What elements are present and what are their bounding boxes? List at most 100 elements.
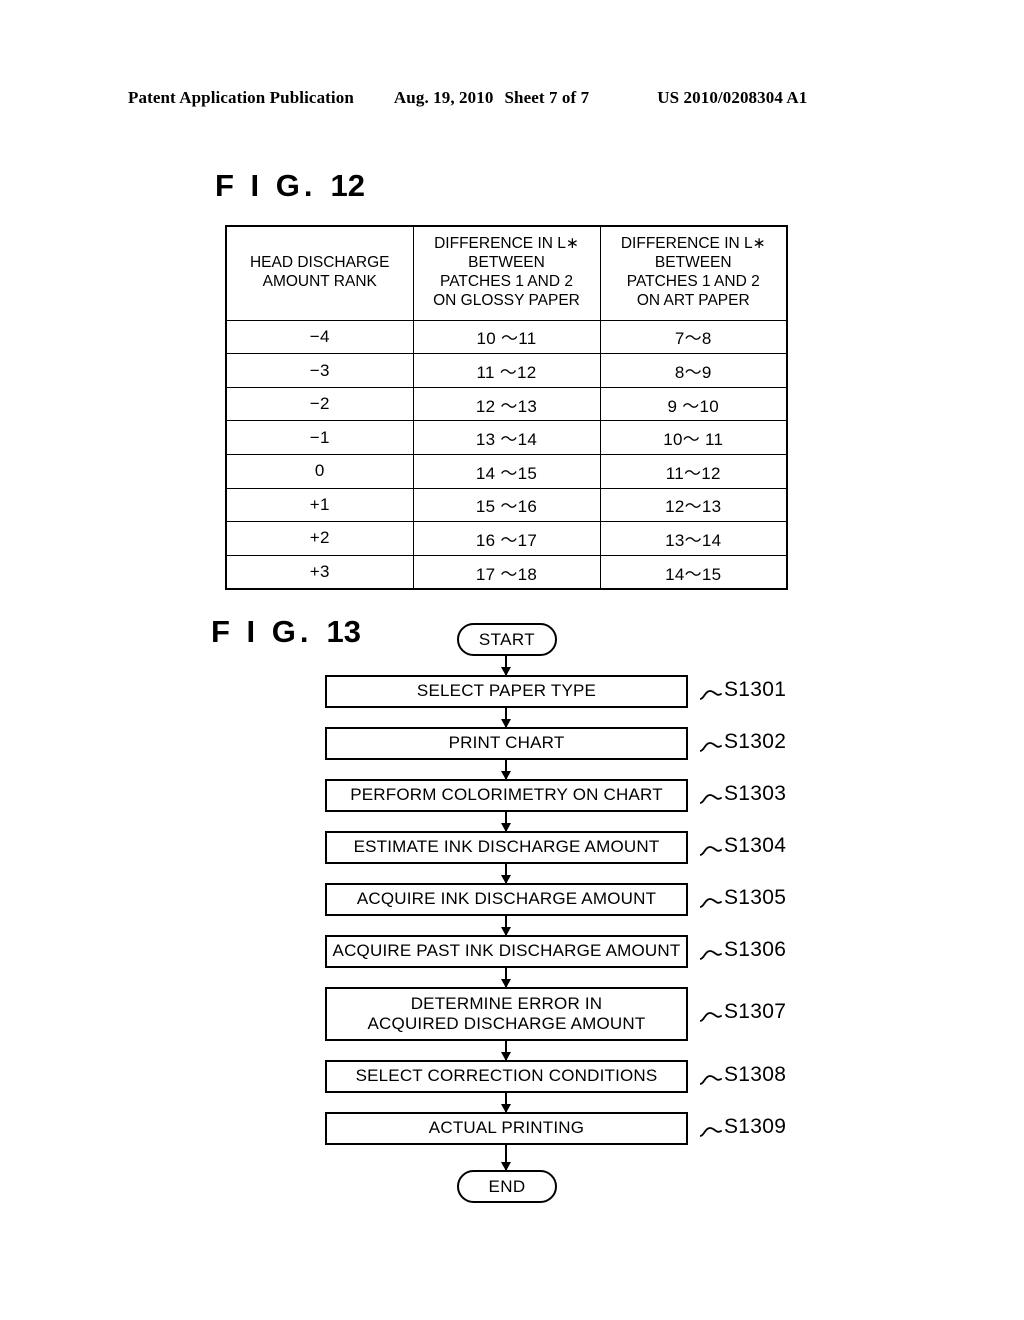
figure-13-label: F I G. 13 bbox=[211, 614, 361, 650]
header-line: PATCHES 1 AND 2 bbox=[440, 272, 573, 290]
figure-12-table: HEAD DISCHARGE AMOUNT RANK DIFFERENCE IN… bbox=[225, 225, 788, 591]
cell-rank: −3 bbox=[225, 353, 414, 388]
flow-arrow bbox=[501, 708, 511, 728]
flowchart-step-s1301: SELECT PAPER TYPE bbox=[325, 675, 688, 708]
header-line: DIFFERENCE IN L∗ bbox=[620, 235, 766, 252]
cell-glossy: 16 ～17 bbox=[412, 521, 601, 556]
flow-arrow bbox=[501, 1145, 511, 1171]
flow-arrow bbox=[501, 812, 511, 832]
cell-glossy: 17 ～18 bbox=[412, 554, 601, 590]
cell-art: 11～12 bbox=[599, 454, 788, 489]
step-tag-label: S1309 bbox=[724, 1114, 787, 1138]
flow-arrow bbox=[501, 760, 511, 780]
step-label: ACQUIRE PAST INK DISCHARGE AMOUNT bbox=[332, 941, 681, 961]
flowchart-step-tag-s1301: S1301 bbox=[699, 678, 786, 702]
cell-art: 8～9 bbox=[599, 353, 788, 388]
table-row: +2 16 ～17 13～14 bbox=[225, 521, 788, 556]
squiggle-connector-icon bbox=[699, 736, 722, 752]
cell-rank: −1 bbox=[225, 420, 414, 455]
table-row: +1 15 ～16 12～13 bbox=[225, 487, 788, 523]
cell-rank: +2 bbox=[225, 521, 414, 556]
flowchart-step-tag-s1309: S1309 bbox=[699, 1114, 787, 1139]
flowchart-step-s1303: PERFORM COLORIMETRY ON CHART bbox=[325, 779, 688, 812]
flowchart-end-node: END bbox=[457, 1170, 557, 1203]
squiggle-connector-icon bbox=[699, 944, 722, 960]
squiggle-connector-icon bbox=[699, 788, 722, 804]
figure-12-label-word: F I G. bbox=[215, 168, 317, 203]
flowchart-step-s1304: ESTIMATE INK DISCHARGE AMOUNT bbox=[325, 831, 688, 864]
column-header-difference-glossy-paper: DIFFERENCE IN L∗ BETWEEN PATCHES 1 AND 2… bbox=[412, 225, 601, 321]
column-header-difference-art-paper: DIFFERENCE IN L∗ BETWEEN PATCHES 1 AND 2… bbox=[599, 225, 788, 321]
squiggle-connector-icon bbox=[699, 1006, 722, 1022]
flow-arrow bbox=[501, 656, 511, 676]
flow-arrow bbox=[501, 1093, 511, 1113]
flowchart-step-s1309: ACTUAL PRINTING bbox=[325, 1112, 688, 1145]
cell-art: 14～15 bbox=[599, 554, 788, 590]
header-line: ON ART PAPER bbox=[636, 291, 750, 309]
step-tag-label: S1306 bbox=[724, 937, 787, 961]
flowchart-step-tag-s1303: S1303 bbox=[699, 781, 787, 806]
flowchart-step-tag-s1307: S1307 bbox=[699, 1000, 787, 1024]
table-row: −3 11 ～12 8～9 bbox=[225, 353, 788, 388]
flowchart-step-tag-s1306: S1306 bbox=[699, 937, 787, 962]
header-patent-number-text: US 2010/0208304 A1 bbox=[657, 88, 808, 107]
cell-rank: −4 bbox=[225, 319, 414, 355]
cell-rank: +3 bbox=[225, 554, 414, 590]
flowchart-step-tag-s1308: S1308 bbox=[699, 1062, 787, 1087]
squiggle-connector-icon bbox=[699, 892, 722, 908]
squiggle-connector-icon bbox=[699, 1069, 722, 1085]
cell-rank: +1 bbox=[225, 487, 414, 523]
figure-12-label-number: 12 bbox=[330, 168, 365, 203]
header-line: PATCHES 1 AND 2 bbox=[626, 272, 760, 290]
cell-glossy: 15 ～16 bbox=[412, 487, 601, 523]
figure-13-label-number: 13 bbox=[326, 614, 361, 649]
flowchart-step-s1308: SELECT CORRECTION CONDITIONS bbox=[325, 1060, 688, 1093]
step-label: DETERMINE ERROR IN ACQUIRED DISCHARGE AMO… bbox=[368, 994, 646, 1035]
step-tag-label: S1307 bbox=[724, 1000, 787, 1023]
squiggle-connector-icon bbox=[699, 684, 722, 700]
flowchart-step-s1307: DETERMINE ERROR IN ACQUIRED DISCHARGE AMO… bbox=[325, 987, 688, 1041]
figure-12-label: F I G. 12 bbox=[215, 168, 365, 204]
cell-rank: −2 bbox=[225, 386, 414, 422]
step-tag-label: S1303 bbox=[724, 781, 787, 805]
cell-art: 12～13 bbox=[599, 487, 788, 523]
cell-glossy: 13 ～14 bbox=[412, 420, 601, 455]
table-row: +3 17 ～18 14～15 bbox=[225, 554, 788, 590]
flowchart-step-s1305: ACQUIRE INK DISCHARGE AMOUNT bbox=[325, 883, 688, 916]
table-row: −4 10 ～11 7～8 bbox=[225, 319, 788, 355]
squiggle-connector-icon bbox=[699, 1121, 722, 1137]
cell-art: 10～ 11 bbox=[599, 420, 788, 455]
flowchart-step-tag-s1304: S1304 bbox=[699, 833, 787, 858]
cell-glossy: 14 ～15 bbox=[412, 454, 601, 489]
step-label: SELECT CORRECTION CONDITIONS bbox=[355, 1066, 658, 1086]
column-header-head-discharge-amount-rank: HEAD DISCHARGE AMOUNT RANK bbox=[225, 225, 414, 321]
cell-glossy: 11 ～12 bbox=[412, 353, 601, 388]
flowchart-end-label: END bbox=[488, 1176, 526, 1196]
step-label: PERFORM COLORIMETRY ON CHART bbox=[350, 785, 663, 805]
header-line: HEAD DISCHARGE bbox=[249, 253, 390, 271]
table-header-row: HEAD DISCHARGE AMOUNT RANK DIFFERENCE IN… bbox=[225, 225, 788, 321]
page-header: Patent Application Publication Aug. 19, … bbox=[128, 88, 896, 108]
step-tag-label: S1305 bbox=[724, 885, 787, 909]
step-tag-label: S1304 bbox=[724, 833, 787, 857]
flowchart-start-label: START bbox=[478, 629, 536, 649]
figure-13-label-word: F I G. bbox=[211, 614, 313, 649]
flow-arrow bbox=[501, 968, 511, 988]
step-tag-label: S1302 bbox=[724, 729, 787, 753]
flowchart-step-s1302: PRINT CHART bbox=[325, 727, 688, 760]
squiggle-connector-icon bbox=[699, 840, 722, 856]
header-line: ON GLOSSY PAPER bbox=[433, 291, 580, 309]
cell-art: 13～14 bbox=[599, 521, 788, 556]
header-line: BETWEEN bbox=[468, 253, 545, 271]
step-label-line: ACQUIRED DISCHARGE AMOUNT bbox=[367, 1014, 646, 1033]
step-label: SELECT PAPER TYPE bbox=[416, 681, 597, 701]
flow-arrow bbox=[501, 916, 511, 936]
header-line: DIFFERENCE IN L∗ bbox=[434, 235, 579, 252]
flowchart-step-s1306: ACQUIRE PAST INK DISCHARGE AMOUNT bbox=[325, 935, 688, 968]
cell-glossy: 10 ～11 bbox=[412, 319, 601, 355]
table-row: −2 12 ～13 9 ～10 bbox=[225, 386, 788, 422]
step-tag-label: S1308 bbox=[724, 1062, 787, 1086]
header-line: BETWEEN bbox=[654, 253, 732, 271]
header-line: AMOUNT RANK bbox=[262, 272, 377, 290]
table-row: −1 13 ～14 10～ 11 bbox=[225, 420, 788, 455]
